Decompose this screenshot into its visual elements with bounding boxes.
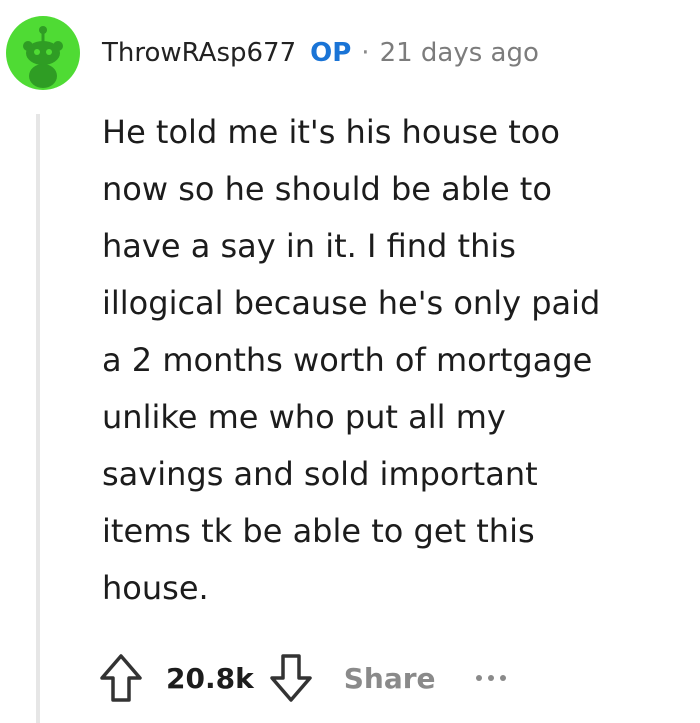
separator-dot: ·: [361, 38, 370, 68]
comment-line: savings and sold important: [102, 455, 538, 493]
avatar[interactable]: [6, 16, 80, 90]
share-button[interactable]: Share: [344, 662, 436, 695]
thread-line[interactable]: [36, 114, 40, 723]
comment-line: a 2 months worth of mortgage: [102, 341, 593, 379]
op-badge: OP: [310, 38, 352, 68]
downvote-button[interactable]: [268, 652, 314, 704]
vote-score: 20.8k: [166, 661, 254, 695]
timestamp[interactable]: 21 days ago: [380, 38, 539, 68]
comment-body: He told me it's his house too now so he …: [102, 104, 692, 617]
comment-header: ThrowRAsp677 OP · 21 days ago: [102, 38, 539, 68]
comment-line: He told me it's his house too: [102, 113, 560, 151]
comment-line: illogical because he's only paid: [102, 284, 601, 322]
comment-line: items tk be able to get this: [102, 512, 535, 550]
upvote-arrow-icon: [100, 654, 142, 702]
comment-line: now so he should be able to: [102, 170, 552, 208]
downvote-arrow-icon: [269, 654, 312, 702]
username[interactable]: ThrowRAsp677: [102, 38, 296, 68]
comment-line: unlike me who put all my: [102, 398, 506, 436]
comment-line: house.: [102, 569, 209, 607]
comment-actions: 20.8k Share: [98, 650, 506, 706]
comment: ThrowRAsp677 OP · 21 days ago He told me…: [0, 0, 700, 723]
comment-line: have a say in it. I find this: [102, 227, 516, 265]
upvote-button[interactable]: [98, 652, 144, 704]
reddit-snoo-icon: [6, 16, 80, 90]
more-options-icon[interactable]: [475, 675, 506, 681]
